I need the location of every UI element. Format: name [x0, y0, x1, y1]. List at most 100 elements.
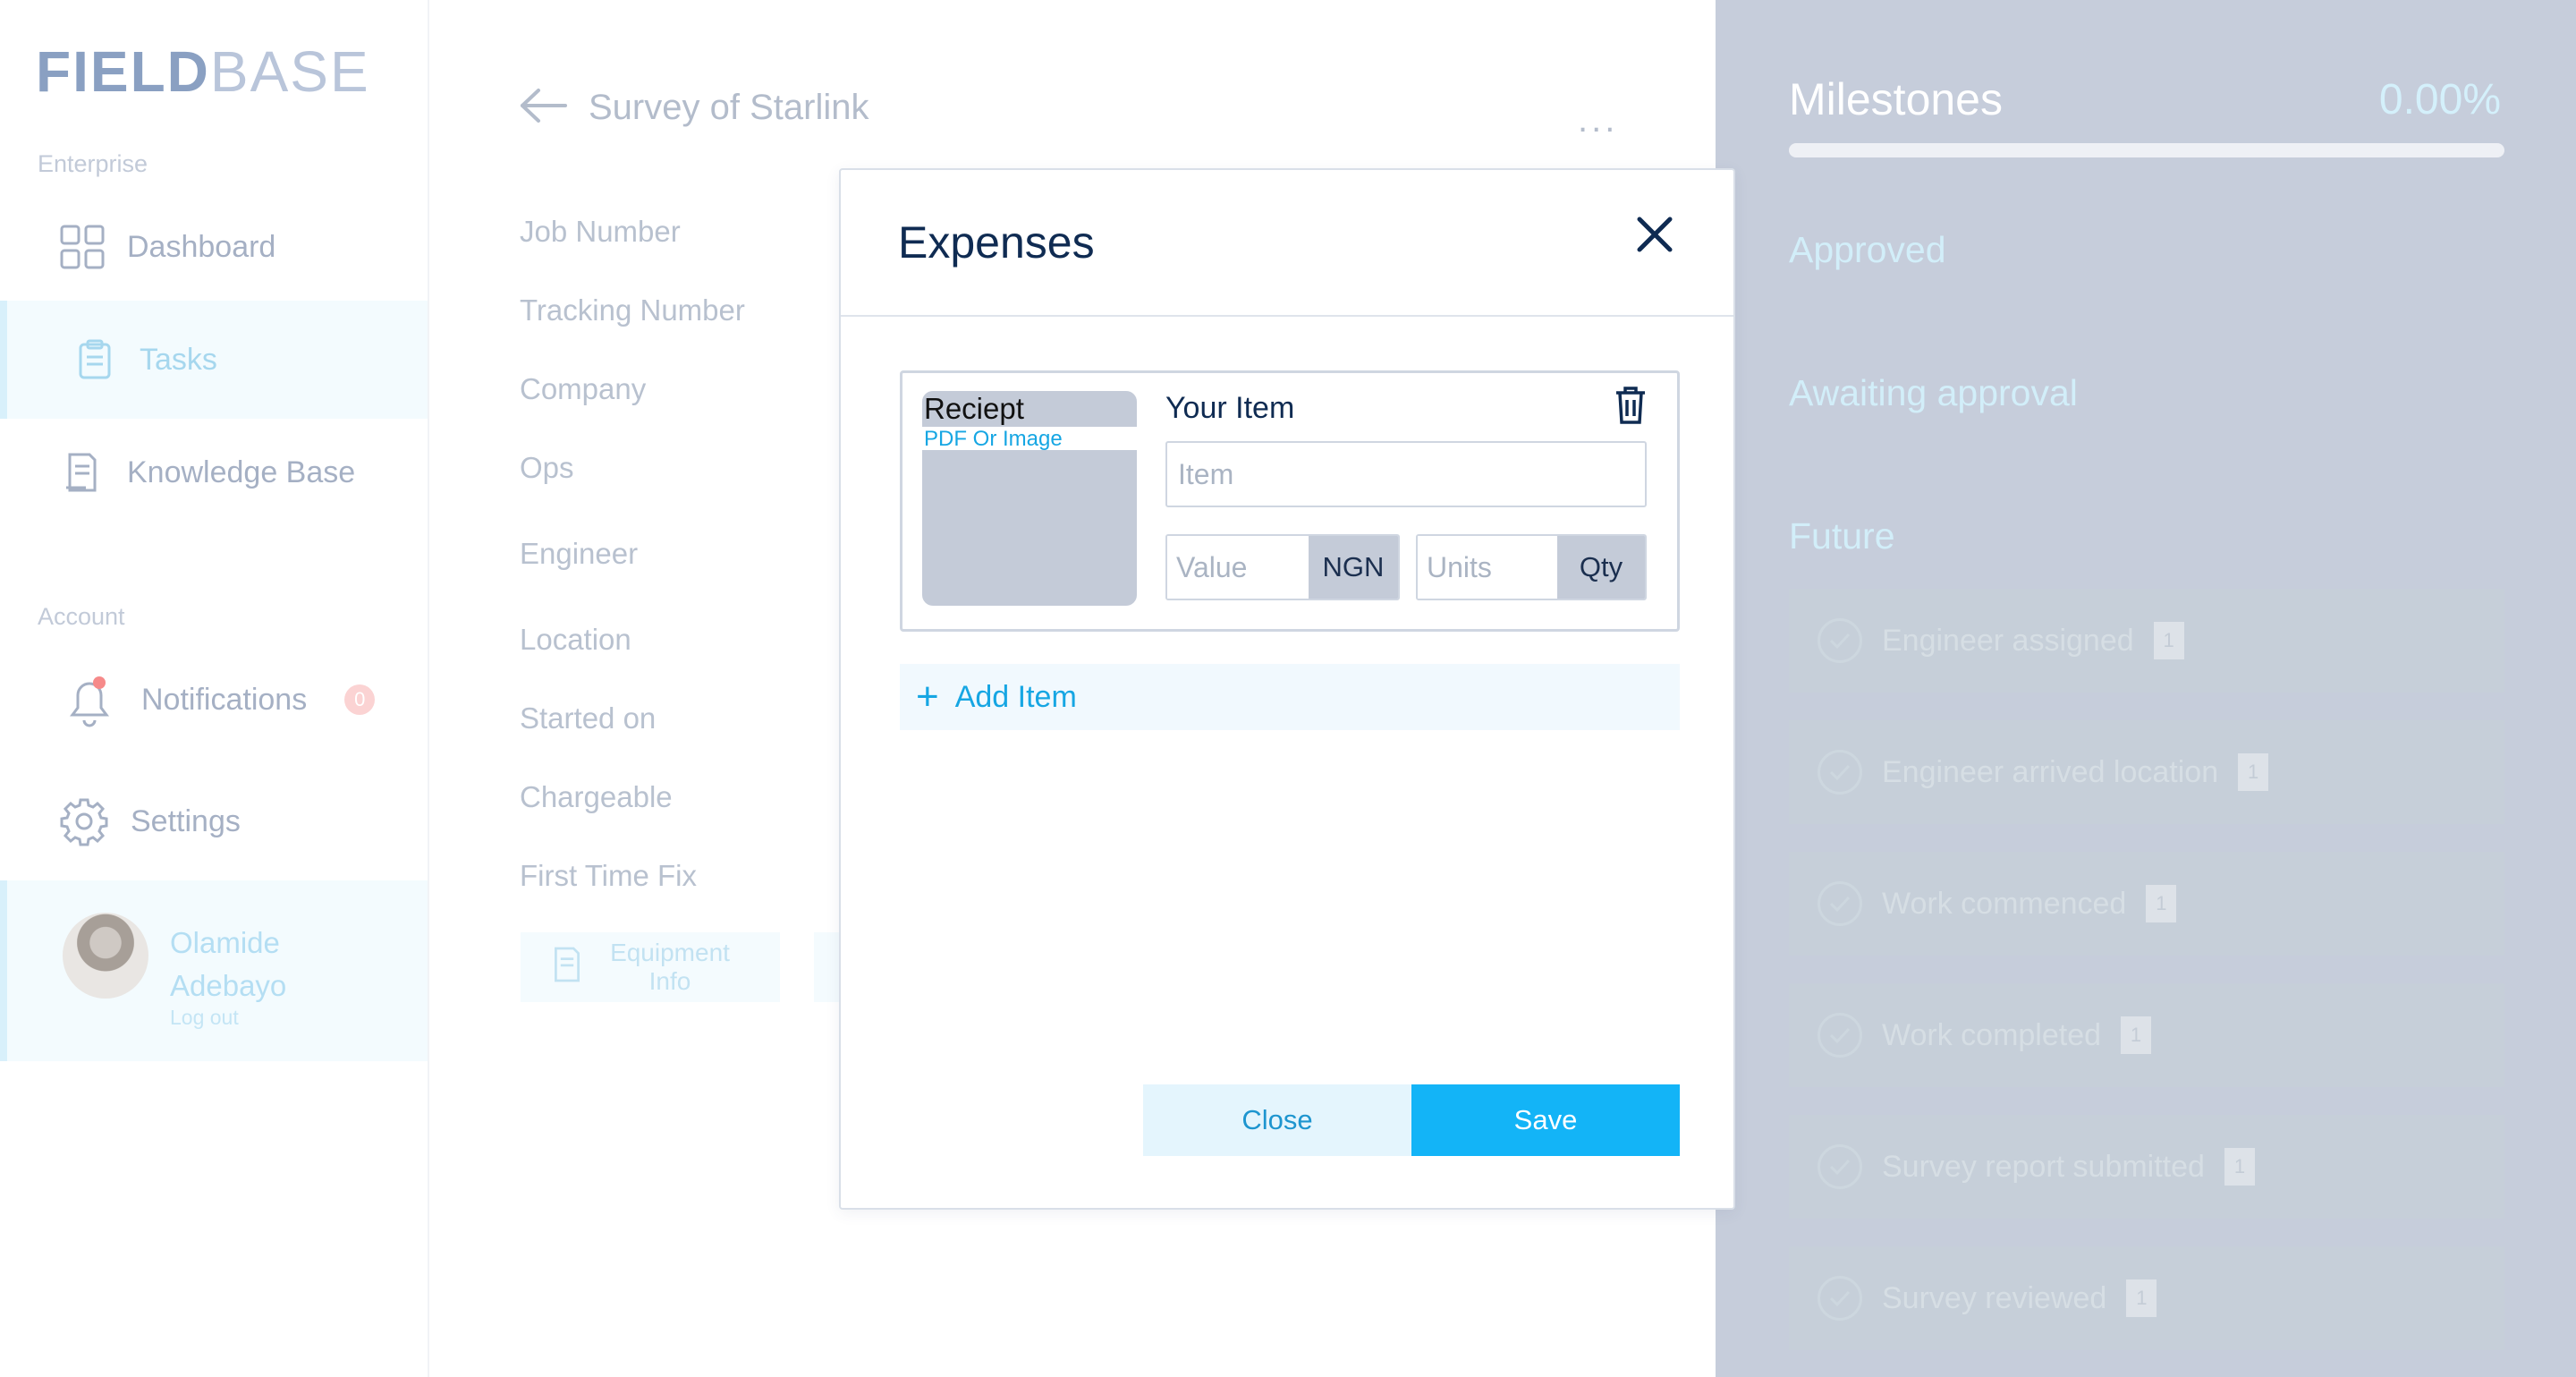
sidebar-item-label: Settings — [131, 803, 241, 838]
expenses-modal: Expenses Reciept PDF Or Image Your Item … — [839, 168, 1735, 1210]
logo-text-base: BASE — [209, 39, 370, 104]
status-awaiting-approval: Awaiting approval — [1789, 372, 2078, 413]
sidebar-item-dashboard[interactable]: Dashboard — [0, 188, 428, 306]
modal-header: Expenses — [841, 170, 1733, 317]
close-button[interactable]: Close — [1143, 1084, 1411, 1156]
field-label-company: Company — [520, 372, 647, 405]
gear-icon — [59, 796, 109, 846]
sidebar-item-tasks[interactable]: Tasks — [0, 301, 428, 419]
milestone-count: 1 — [2126, 1279, 2157, 1317]
plus-icon: + — [916, 675, 939, 718]
milestone-count: 1 — [2224, 1148, 2255, 1186]
milestones-percent: 0.00% — [2378, 76, 2501, 123]
field-label-engineer: Engineer — [520, 537, 639, 570]
field-label-ops: Ops — [520, 451, 574, 484]
milestone-card: Survey report submitted 1 — [1789, 1115, 2504, 1219]
your-item-label: Your Item — [1165, 391, 1295, 425]
milestone-item[interactable]: Engineer assigned 1 — [1789, 589, 2504, 693]
sidebar-item-label: Notifications — [141, 682, 308, 717]
page-title: Survey of Starlink — [589, 88, 869, 127]
add-item-button[interactable]: + Add Item — [900, 664, 1680, 730]
milestone-item[interactable]: Work completed 1 — [1789, 983, 2504, 1087]
sidebar-item-knowledge-base[interactable]: Knowledge Base — [0, 413, 428, 531]
currency-select[interactable]: NGN — [1309, 536, 1398, 599]
app-root: FIELDBASE Enterprise Dashboard Tasks Kno… — [0, 0, 2576, 1377]
field-label-started-on: Started on — [520, 701, 657, 735]
sidebar-item-label: Dashboard — [127, 229, 276, 264]
check-circle-icon — [1818, 881, 1862, 926]
bell-icon — [59, 669, 120, 730]
units-input[interactable] — [1418, 536, 1557, 599]
grid-icon — [59, 224, 106, 270]
field-label-location: Location — [520, 623, 631, 656]
milestone-card: Engineer assigned 1 — [1789, 589, 2504, 693]
back-arrow-icon[interactable] — [519, 88, 567, 128]
milestone-card: Survey reviewed 1 — [1789, 1246, 2504, 1350]
sidebar-item-label: Tasks — [140, 342, 217, 377]
receipt-upload[interactable]: Reciept PDF Or Image — [922, 391, 1137, 606]
value-field: NGN — [1165, 534, 1400, 600]
check-circle-icon — [1818, 1013, 1862, 1058]
avatar — [63, 913, 148, 999]
receipt-title: Reciept — [922, 391, 1137, 427]
check-circle-icon — [1818, 618, 1862, 663]
app-logo[interactable]: FIELDBASE — [36, 43, 370, 100]
sidebar-item-notifications[interactable]: Notifications 0 — [0, 641, 428, 759]
sidebar-item-label: Knowledge Base — [127, 455, 356, 489]
more-options-icon[interactable]: ... — [1578, 102, 1618, 138]
milestone-label: Work completed — [1882, 1017, 2102, 1052]
milestone-card: Work completed 1 — [1789, 983, 2504, 1087]
user-profile-card[interactable]: Olamide Adebayo Log out — [0, 880, 428, 1061]
document-icon — [59, 449, 106, 496]
section-label-account: Account — [38, 603, 125, 630]
milestone-card: Work commenced 1 — [1789, 852, 2504, 956]
field-label-chargeable: Chargeable — [520, 780, 673, 813]
milestones-title: Milestones — [1789, 74, 2003, 124]
value-input[interactable] — [1167, 536, 1309, 599]
milestone-item[interactable]: Survey reviewed 1 — [1789, 1246, 2504, 1350]
units-field: Qty — [1416, 534, 1647, 600]
milestones-progress-bar — [1789, 143, 2504, 157]
field-label-first-time-fix: First Time Fix — [520, 859, 697, 892]
check-circle-icon — [1818, 750, 1862, 795]
field-label-job-number: Job Number — [520, 215, 681, 248]
milestones-panel: Milestones 0.00% Approved Awaiting appro… — [1716, 0, 2576, 1377]
milestone-list: Engineer assigned 1 Engineer arrived loc… — [1789, 589, 2504, 1377]
sidebar: FIELDBASE Enterprise Dashboard Tasks Kno… — [0, 0, 429, 1377]
sidebar-item-settings[interactable]: Settings — [0, 762, 428, 880]
save-button[interactable]: Save — [1411, 1084, 1680, 1156]
receipt-subtitle: PDF Or Image — [924, 427, 1063, 451]
tab-next[interactable] — [814, 932, 841, 1002]
field-label-tracking-number: Tracking Number — [520, 293, 745, 327]
item-input[interactable] — [1165, 441, 1647, 507]
qty-select[interactable]: Qty — [1557, 536, 1645, 599]
expense-item-card: Reciept PDF Or Image Your Item NGN Qty — [900, 370, 1680, 632]
user-name: Olamide Adebayo — [170, 926, 287, 1002]
modal-title: Expenses — [898, 217, 1095, 268]
close-icon[interactable] — [1630, 209, 1680, 259]
status-future: Future — [1789, 515, 1895, 557]
milestone-label: Engineer arrived location — [1882, 754, 2219, 789]
page-header: Survey of Starlink — [519, 88, 869, 128]
milestone-label: Work commenced — [1882, 886, 2127, 921]
add-item-label: Add Item — [954, 679, 1077, 714]
trash-icon[interactable] — [1614, 386, 1654, 429]
tab-equipment-info[interactable]: Equipment Info — [521, 932, 780, 1002]
milestone-item[interactable]: Work commenced 1 — [1789, 852, 2504, 956]
clipboard-icon — [72, 336, 118, 383]
section-label-enterprise: Enterprise — [38, 150, 148, 177]
milestone-count: 1 — [2146, 885, 2177, 922]
logout-link[interactable]: Log out — [170, 1006, 239, 1030]
notification-count-badge: 0 — [344, 684, 376, 715]
document-icon — [551, 945, 583, 990]
status-approved: Approved — [1789, 229, 1946, 270]
milestone-item[interactable]: Survey report submitted 1 — [1789, 1115, 2504, 1219]
check-circle-icon — [1818, 1276, 1862, 1321]
milestone-label: Survey reviewed — [1882, 1280, 2107, 1315]
milestone-item[interactable]: Engineer arrived location 1 — [1789, 720, 2504, 824]
milestone-card: Engineer arrived location 1 — [1789, 720, 2504, 824]
milestone-count: 1 — [2121, 1016, 2152, 1054]
logo-text-field: FIELD — [36, 39, 210, 104]
milestone-count: 1 — [2238, 753, 2269, 791]
milestone-label: Survey report submitted — [1882, 1149, 2205, 1184]
